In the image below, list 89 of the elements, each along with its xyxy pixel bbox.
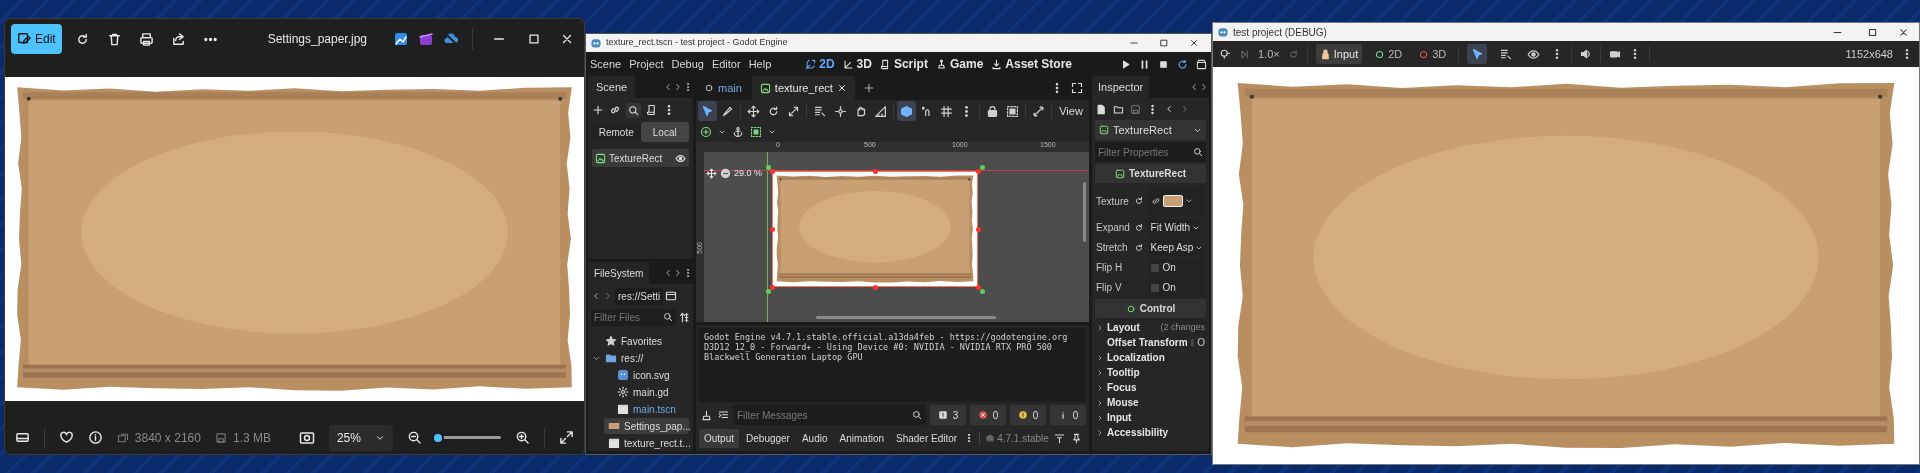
log-line: Godot Engine v4.7.1.stable.official.a13da4feb - https://godotengine.org bbox=[704, 332, 1069, 342]
group-label[interactable]: Mouse bbox=[1107, 395, 1139, 410]
speed-label[interactable]: 1.0× bbox=[1258, 45, 1280, 63]
panel-tab[interactable]: Animation bbox=[834, 428, 889, 448]
file-item[interactable]: res:// bbox=[592, 350, 689, 366]
group-label[interactable]: Focus bbox=[1107, 380, 1137, 395]
checkbox-label: O bbox=[1197, 336, 1205, 350]
group-label[interactable]: Tooltip bbox=[1107, 365, 1140, 380]
mode-toggle[interactable]: Input bbox=[1315, 44, 1363, 64]
filter-input[interactable]: Filter Files bbox=[594, 309, 644, 325]
version-label: 4.7.1.stable bbox=[997, 431, 1049, 446]
property-label: Offset Transform bbox=[1107, 336, 1188, 350]
group-label[interactable]: Accessibility bbox=[1107, 425, 1169, 440]
menu-item[interactable]: Debug bbox=[671, 55, 704, 73]
panel-tab[interactable]: Debugger bbox=[741, 428, 795, 448]
filter-input[interactable]: Filter Messages bbox=[737, 407, 912, 423]
filter-input[interactable]: Filter Properties bbox=[1098, 144, 1193, 160]
group-label[interactable]: Localization bbox=[1107, 350, 1165, 365]
file-item[interactable]: main.tscn bbox=[604, 401, 689, 417]
file-name: res:// bbox=[621, 351, 644, 366]
file-size: 1.3 MB bbox=[232, 429, 271, 447]
property-label: Expand bbox=[1096, 221, 1131, 235]
node-dropdown[interactable]: TextureRect bbox=[1095, 120, 1206, 140]
dock-tab[interactable]: Scene bbox=[588, 76, 636, 98]
filter-toggle[interactable]: 0 bbox=[1050, 405, 1086, 425]
document-tab[interactable]: texture_rect bbox=[751, 76, 855, 100]
file-name: Favorites bbox=[621, 334, 663, 349]
image-dimensions: 3840 x 2160 bbox=[134, 429, 201, 447]
property-dropdown[interactable]: Keep Asp bbox=[1147, 239, 1204, 256]
log-line: D3D12 12_0 - Forward+ - Using Device #0: NVIDIA - NVIDIA RTX PRO 500 bbox=[704, 342, 1053, 352]
filter-toggle[interactable]: 0 bbox=[970, 405, 1006, 425]
workspace-tab[interactable]: Game bbox=[935, 55, 984, 73]
mode-toggle[interactable]: 3D bbox=[1414, 44, 1451, 64]
panel-tab[interactable]: Audio bbox=[796, 428, 833, 448]
node-name: TextureRect bbox=[609, 151, 664, 166]
filter-field[interactable]: Filter Properties bbox=[1095, 142, 1206, 162]
filter-field[interactable]: Filter Files bbox=[591, 308, 676, 326]
menu-item[interactable]: Help bbox=[748, 55, 772, 73]
window-title: Settings_paper.jpg bbox=[266, 31, 369, 48]
zoom-level: 29.0 % bbox=[734, 167, 763, 180]
workspace-tab[interactable]: 2D bbox=[805, 55, 835, 73]
file-item[interactable]: Favorites bbox=[592, 333, 689, 349]
file-item[interactable]: texture_rect.t... bbox=[604, 435, 689, 451]
edit-button[interactable]: Edit bbox=[11, 24, 62, 54]
scene-node[interactable]: TextureRect bbox=[592, 149, 689, 167]
menu-item[interactable]: Scene bbox=[590, 55, 622, 73]
property-label: Flip H bbox=[1096, 261, 1124, 275]
checkbox-label: On bbox=[1162, 281, 1176, 295]
file-name: Settings_pap... bbox=[624, 419, 691, 434]
workspace-tab[interactable]: 3D bbox=[842, 55, 872, 73]
path-field[interactable]: res://Setti bbox=[615, 287, 664, 305]
resolution-label: 1152x648 bbox=[1845, 46, 1893, 62]
property-label: Texture bbox=[1096, 194, 1130, 209]
property-dropdown[interactable]: Fit Width bbox=[1147, 219, 1201, 236]
window-title: texture_rect.tscn - test project - Godot Engine bbox=[606, 36, 789, 50]
file-name: main.tscn bbox=[633, 402, 676, 417]
file-name: icon.svg bbox=[633, 368, 670, 383]
workspace-tab[interactable]: Asset Store bbox=[991, 55, 1072, 73]
dock-tab[interactable]: FileSystem bbox=[588, 262, 650, 284]
workspace-tab[interactable]: Script bbox=[879, 55, 928, 73]
section-header[interactable]: TextureRect bbox=[1095, 164, 1206, 183]
filter-toggle[interactable]: 0 bbox=[1010, 405, 1046, 425]
filter-field[interactable]: Filter Messages bbox=[733, 405, 926, 425]
section-header[interactable]: Control bbox=[1095, 299, 1206, 318]
zoom-dropdown[interactable]: 25% bbox=[328, 424, 393, 451]
group-label[interactable]: Layout bbox=[1107, 320, 1140, 335]
view-menu[interactable]: View bbox=[1055, 102, 1087, 120]
mode-tab[interactable]: Local bbox=[640, 122, 689, 142]
menu-item[interactable]: Editor bbox=[711, 55, 741, 73]
file-item[interactable]: Settings_pap... bbox=[604, 418, 689, 434]
menu-item[interactable]: Project bbox=[629, 55, 664, 73]
file-name: main.gd bbox=[633, 385, 669, 400]
property-label: Stretch bbox=[1096, 241, 1129, 255]
filter-toggle[interactable]: 3 bbox=[930, 405, 966, 425]
log-line: Blackwell Generation Laptop GPU bbox=[704, 352, 864, 362]
document-tab[interactable]: main bbox=[696, 76, 750, 100]
checkbox-label: On bbox=[1162, 261, 1176, 275]
mode-toggle[interactable]: 2D bbox=[1370, 44, 1407, 64]
file-name: texture_rect.t... bbox=[624, 436, 691, 451]
mode-tab[interactable]: Remote bbox=[592, 122, 641, 142]
window-title: test project (DEBUG) bbox=[1233, 25, 1328, 40]
changes-note: (2 changes bbox=[1160, 320, 1205, 334]
file-item[interactable]: main.gd bbox=[604, 384, 689, 400]
property-label: Flip V bbox=[1096, 281, 1123, 295]
panel-tab[interactable]: Shader Editor bbox=[891, 428, 963, 448]
dock-tab[interactable]: Inspector bbox=[1092, 76, 1150, 98]
panel-tab[interactable]: Output bbox=[699, 428, 740, 448]
file-item[interactable]: icon.svg bbox=[604, 367, 689, 383]
group-label[interactable]: Input bbox=[1107, 410, 1132, 425]
